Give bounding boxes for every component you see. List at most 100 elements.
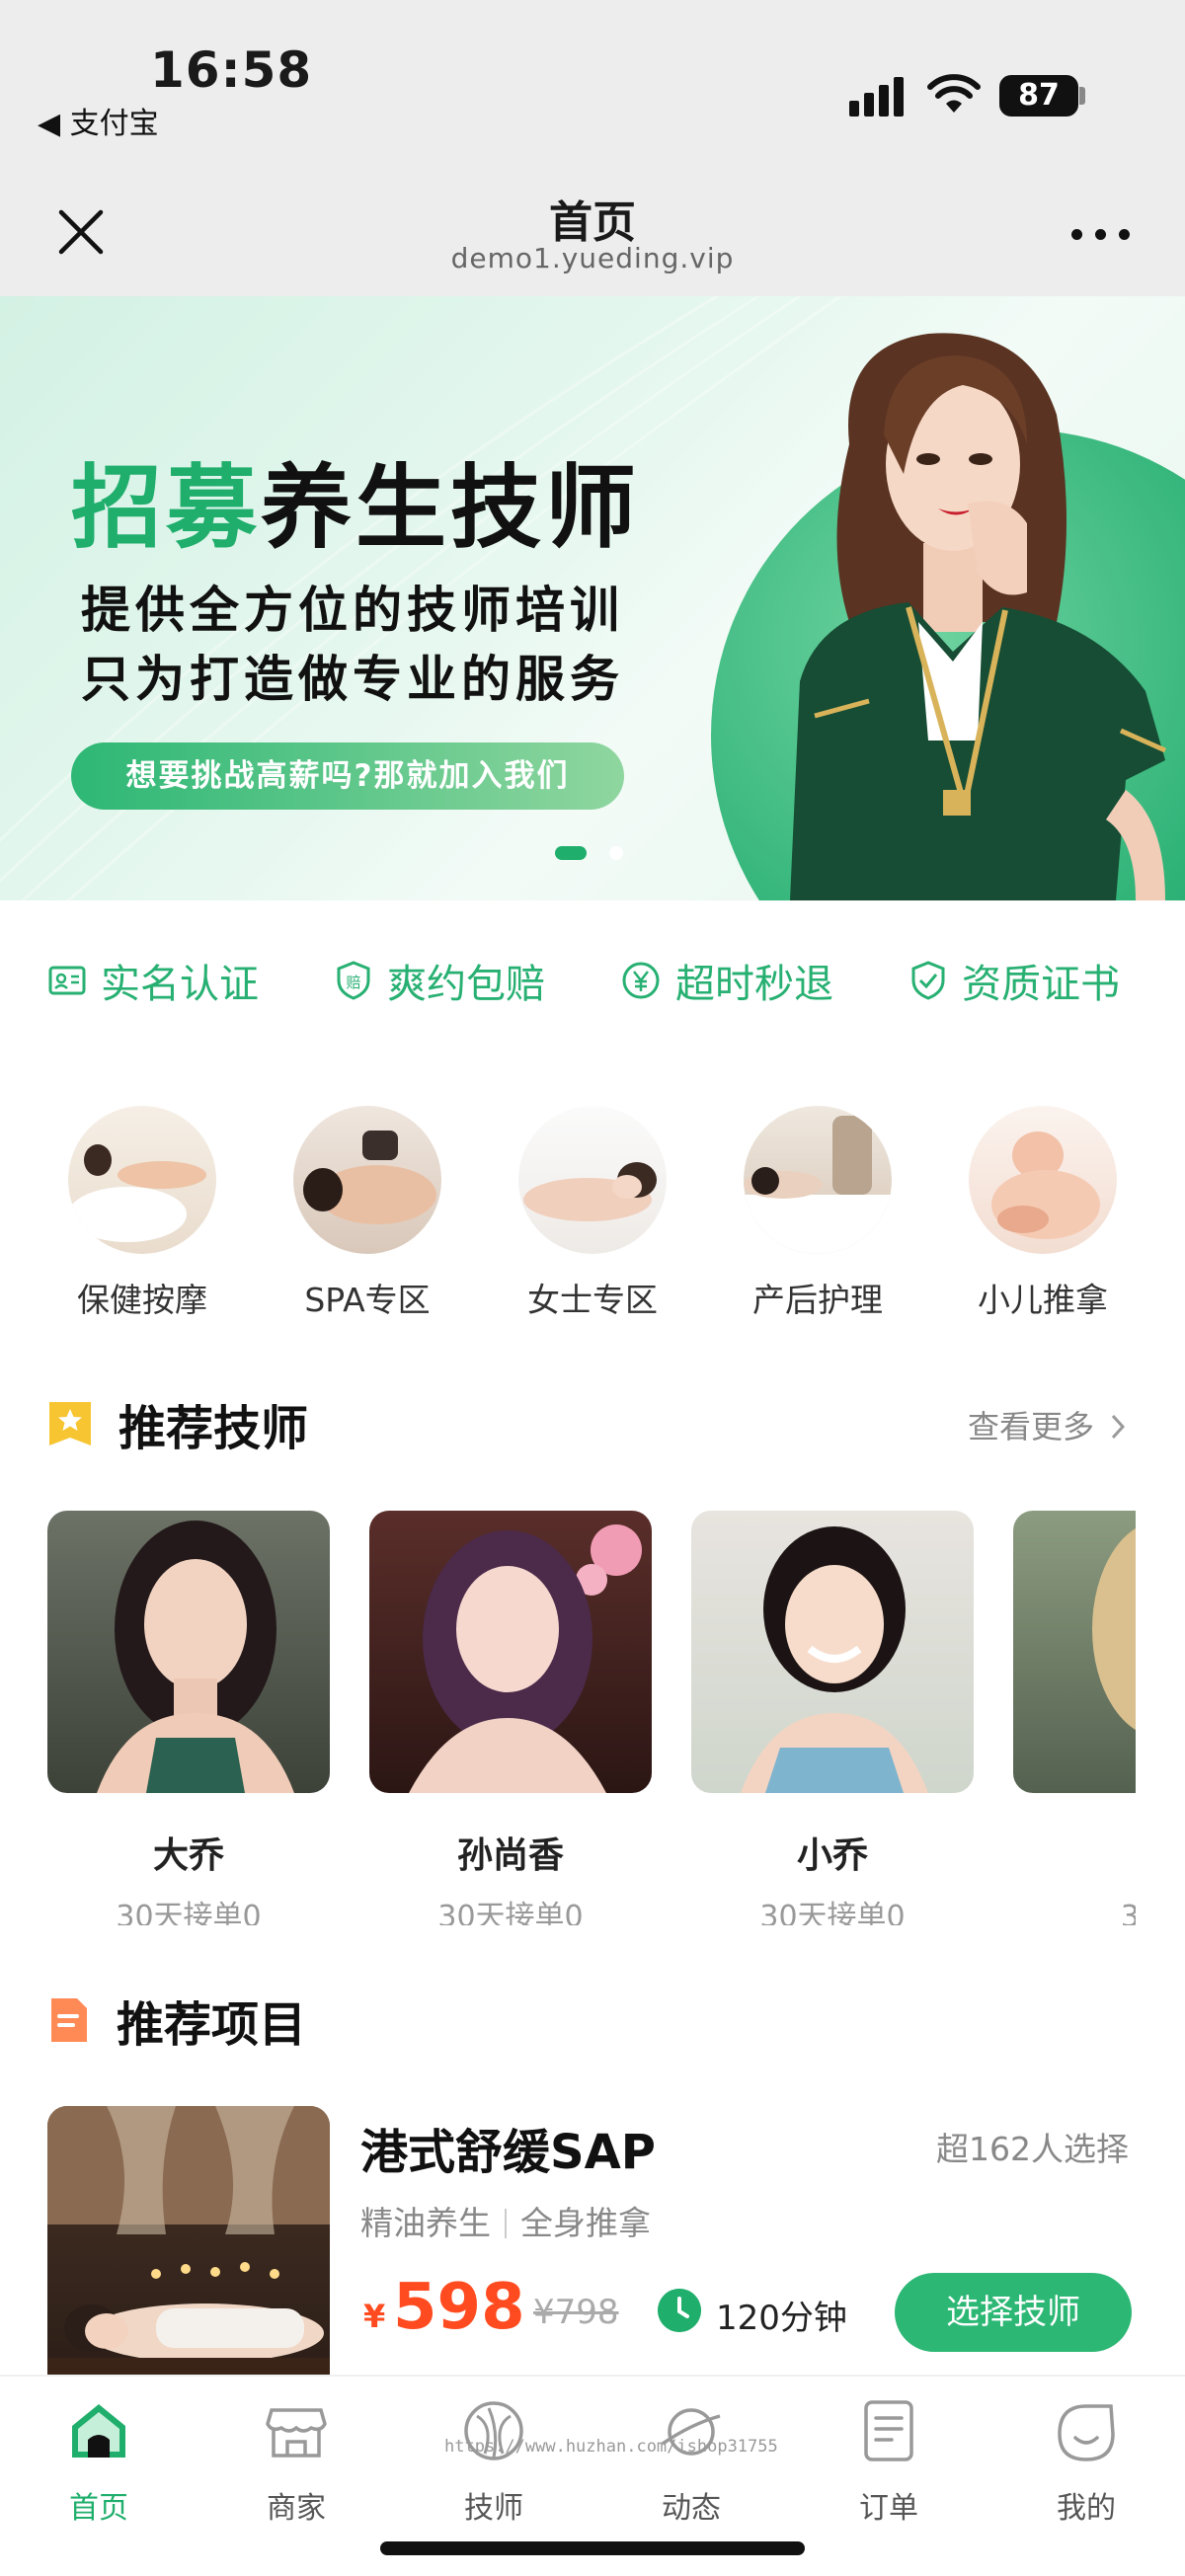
document-badge-icon	[51, 1998, 87, 2042]
project-name: 港式舒缓SAP	[360, 2125, 656, 2180]
tech-card[interactable]: 貂 30天	[1013, 1511, 1136, 1925]
tech-photo	[369, 1511, 652, 1793]
tab-label: 首页	[69, 2491, 128, 2526]
category-image	[518, 1106, 667, 1254]
category-postpartum-care[interactable]: 产后护理	[739, 1106, 897, 1321]
tech-order-stat: 30天接单0	[116, 1900, 262, 1925]
price-currency: ¥	[363, 2298, 386, 2335]
tech-carousel[interactable]: 大乔 30天接单0 孙尚香 30天接单0 小乔 30天接单0 貂 30天	[47, 1511, 1136, 1925]
tab-label: 商家	[267, 2491, 326, 2526]
guarantee-label: 爽约包赔	[387, 962, 545, 1007]
guarantee-label: 超时秒退	[675, 962, 833, 1007]
svg-text:赔: 赔	[346, 974, 360, 991]
guarantee-no-show-compensation: 赔 爽约包赔	[334, 956, 545, 1007]
carousel-dot-active[interactable]	[555, 846, 587, 860]
tech-card[interactable]: 大乔 30天接单0	[47, 1511, 330, 1925]
select-technician-button[interactable]: 选择技师	[895, 2273, 1132, 2352]
banner-join-button[interactable]: 想要挑战高薪吗?那就加入我们	[71, 742, 624, 810]
tab-merchants[interactable]: 商家	[198, 2396, 395, 2527]
tab-profile[interactable]: 我的	[988, 2396, 1185, 2527]
service-guarantees: 实名认证 赔 爽约包赔 超时秒退 资质证书	[0, 900, 1185, 1058]
home-icon	[72, 2404, 125, 2458]
battery-cap	[1079, 87, 1085, 105]
tech-order-stat: 30天接单0	[437, 1900, 584, 1925]
recruit-banner[interactable]: 招募养生技师 提供全方位的技师培训 只为打造做专业的服务 想要挑战高薪吗?那就加…	[0, 296, 1185, 900]
smiley-profile-icon	[1058, 2404, 1115, 2461]
banner-line-1: 提供全方位的技师培训	[81, 582, 624, 639]
banner-headline: 招募养生技师	[71, 434, 640, 566]
tech-name: 孙尚香	[456, 1835, 564, 1876]
shield-compensation-icon: 赔	[337, 961, 370, 1000]
project-price: 598	[393, 2271, 525, 2344]
tech-photo	[691, 1511, 974, 1793]
category-image	[68, 1106, 216, 1254]
page-url: demo1.yueding.vip	[450, 242, 735, 274]
order-list-icon	[864, 2400, 913, 2461]
category-label: 小儿推拿	[978, 1281, 1108, 1319]
section-header-techs: 推荐技师	[47, 1394, 308, 1456]
view-more-link[interactable]: 查看更多	[968, 1402, 1128, 1447]
guarantee-real-name: 实名认证	[47, 956, 259, 1007]
status-bar: 16:58 ◀ 支付宝 87	[0, 0, 1185, 173]
view-more-label: 查看更多	[968, 1408, 1095, 1445]
tab-label: 动态	[662, 2491, 721, 2526]
tech-name: 大乔	[152, 1835, 224, 1876]
guarantee-label: 资质证书	[962, 962, 1120, 1007]
section-title: 推荐技师	[118, 1401, 309, 1456]
tab-orders[interactable]: 订单	[790, 2396, 988, 2527]
carousel-dot[interactable]	[609, 846, 623, 860]
project-image[interactable]	[47, 2106, 330, 2392]
section-title: 推荐项目	[117, 1997, 307, 2053]
project-tag: 精油养生	[360, 2204, 491, 2242]
project-tag: 全身推拿	[520, 2204, 651, 2242]
page-title: 首页	[549, 197, 636, 248]
shield-check-icon	[911, 961, 945, 1000]
category-spa[interactable]: SPA专区	[288, 1106, 446, 1321]
home-indicator[interactable]	[380, 2541, 805, 2555]
tech-order-stat: 30天	[1120, 1900, 1136, 1925]
tab-label: 技师	[464, 2491, 523, 2526]
yen-refund-icon	[622, 962, 660, 999]
tech-photo	[47, 1511, 330, 1793]
category-label: SPA专区	[304, 1281, 431, 1319]
star-badge-icon	[49, 1402, 91, 1445]
nav-bar: 首页 demo1.yueding.vip	[0, 173, 1185, 296]
tech-order-stat: 30天接单0	[759, 1900, 906, 1925]
store-icon	[266, 2408, 327, 2458]
category-image	[293, 1106, 441, 1254]
banner-line-2: 只为打造做专业的服务	[81, 651, 624, 708]
tab-moments[interactable]: 动态	[592, 2396, 790, 2527]
category-label: 产后护理	[752, 1281, 883, 1319]
more-menu-icon[interactable]	[1071, 224, 1131, 244]
tech-name: 貂	[1013, 1827, 1136, 1878]
wifi-icon	[927, 74, 981, 113]
banner-headline-green: 招募	[71, 455, 262, 561]
tab-home[interactable]: 首页	[0, 2396, 198, 2527]
watermark-text: https://www.huzhan.com/ishop31755	[444, 2437, 778, 2457]
battery-icon: 87	[999, 75, 1078, 117]
banner-headline-black: 养生技师	[261, 455, 641, 561]
category-pediatric-massage[interactable]: 小儿推拿	[964, 1106, 1122, 1321]
tech-card[interactable]: 小乔 30天接单0	[691, 1511, 974, 1925]
tech-name: 小乔	[796, 1835, 868, 1876]
status-time: 16:58	[150, 41, 313, 99]
project-tags: 精油养生 全身推拿	[360, 2197, 651, 2244]
category-label: 保健按摩	[77, 1281, 207, 1319]
category-health-massage[interactable]: 保健按摩	[63, 1106, 221, 1321]
tab-label: 我的	[1057, 2491, 1116, 2526]
category-women[interactable]: 女士专区	[514, 1106, 672, 1321]
chevron-right-icon	[1112, 1414, 1126, 1440]
tech-card[interactable]: 孙尚香 30天接单0	[369, 1511, 652, 1925]
back-to-alipay-link[interactable]: ◀ 支付宝	[38, 99, 159, 142]
banner-model-image	[790, 333, 1167, 900]
guarantee-certificates: 资质证书	[908, 956, 1120, 1007]
tech-photo	[1013, 1511, 1136, 1793]
category-image	[744, 1106, 892, 1254]
tag-separator	[505, 2209, 507, 2238]
tab-technicians[interactable]: 技师	[395, 2396, 592, 2527]
category-image	[969, 1106, 1117, 1254]
project-duration: 120分钟	[716, 2299, 847, 2338]
clock-icon	[658, 2289, 701, 2332]
project-popularity: 超162人选择	[936, 2130, 1129, 2168]
id-card-icon	[48, 966, 86, 995]
